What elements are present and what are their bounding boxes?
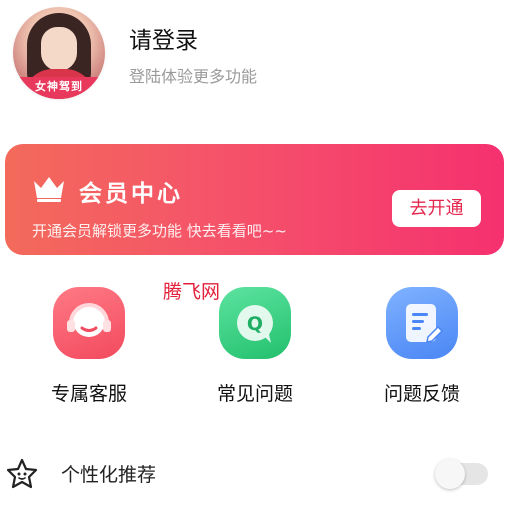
- feature-label: 专属客服: [50, 383, 127, 405]
- personalized-recommendation-row: 个性化推荐: [0, 445, 513, 501]
- login-title[interactable]: 请登录: [129, 21, 198, 55]
- feature-faq[interactable]: Q 常见问题: [195, 287, 315, 406]
- star-face-icon: [6, 458, 38, 489]
- avatar[interactable]: 女神驾到: [13, 7, 105, 99]
- avatar-badge: 女神驾到: [13, 77, 105, 99]
- feature-label: 常见问题: [216, 383, 293, 405]
- crown-icon: [34, 177, 64, 202]
- feature-label: 问题反馈: [383, 383, 460, 405]
- headset-icon: [53, 287, 125, 359]
- recommend-toggle[interactable]: [435, 459, 488, 489]
- feature-feedback[interactable]: 问题反馈: [362, 287, 482, 406]
- avatar-face: [41, 27, 77, 71]
- svg-text:Q: Q: [247, 313, 263, 335]
- vip-description: 开通会员解锁更多功能 快去看看吧~~: [32, 222, 287, 240]
- vip-title: 会员中心: [79, 181, 183, 207]
- login-subtitle: 登陆体验更多功能: [129, 67, 258, 86]
- toggle-knob[interactable]: [435, 459, 465, 489]
- feedback-document-icon: [386, 287, 458, 359]
- faq-chat-icon: Q: [219, 287, 291, 359]
- feature-customer-service[interactable]: 专属客服: [29, 287, 149, 406]
- vip-card[interactable]: 会员中心 开通会员解锁更多功能 快去看看吧~~ 去开通: [5, 144, 504, 255]
- open-vip-button[interactable]: 去开通: [392, 190, 481, 227]
- recommend-label: 个性化推荐: [61, 464, 157, 486]
